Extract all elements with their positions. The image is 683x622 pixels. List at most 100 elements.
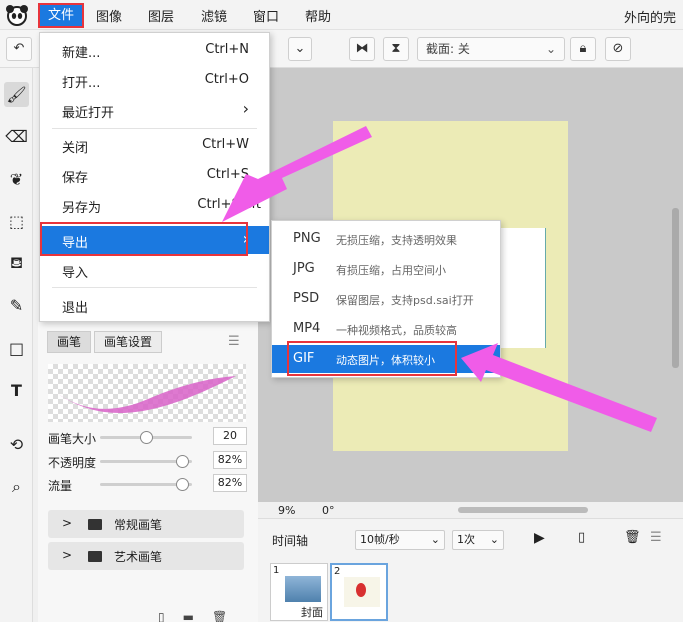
slider-track[interactable] [100, 431, 192, 444]
slider-knob[interactable] [176, 455, 190, 468]
tab-brush-settings[interactable]: 画笔设置 [94, 331, 162, 353]
menu-separator [52, 287, 257, 288]
loop-select[interactable]: 1次 ⌄ [452, 530, 504, 550]
export-description: 有损压缩，占用空间小 [336, 264, 446, 277]
export-description: 无损压缩，支持透明效果 [336, 234, 457, 247]
slider-value-input[interactable]: 82% [213, 451, 247, 469]
menu-item-recent[interactable]: 最近打开 › [40, 96, 269, 124]
tab-brush[interactable]: 画笔 [47, 331, 91, 353]
menu-item-label: 关闭 [62, 141, 89, 156]
brush-group-label: 艺术画笔 [114, 550, 163, 564]
export-mp4[interactable]: MP4 一种视频格式，品质较高 [272, 315, 500, 343]
chevron-down-icon: ⌄ [430, 533, 440, 546]
select-icon: ⬚ [8, 212, 25, 231]
new-frame-icon[interactable]: ▯ [578, 530, 585, 545]
slider-value-input[interactable]: 20 [213, 427, 247, 445]
chevron-right-icon: > [62, 548, 73, 562]
slider-knob[interactable] [139, 431, 153, 444]
fill-tool[interactable]: ⛾ [4, 251, 29, 276]
slider-knob[interactable] [176, 478, 190, 491]
rectangle-tool[interactable]: □ [4, 336, 29, 361]
slider-label: 流量 [48, 479, 73, 493]
chevron-down-icon: ⌄ [545, 42, 556, 56]
flip-horizontal-button[interactable]: ⧓ [349, 37, 375, 61]
menu-item-label: 最近打开 [62, 106, 115, 121]
vertical-scrollbar[interactable] [672, 208, 679, 368]
file-menu: 新建... Ctrl+N 打开... Ctrl+O 最近打开 › 关闭 Ctrl… [39, 32, 270, 322]
fps-select[interactable]: 10帧/秒 ⌄ [355, 530, 445, 550]
folder-icon [88, 551, 102, 562]
zoom-tool[interactable]: ⌕ [4, 474, 29, 499]
slider-track[interactable] [100, 455, 192, 468]
delete-frame-icon[interactable]: 🗑︎ [624, 530, 641, 545]
menu-help[interactable]: 帮助 [305, 6, 331, 25]
select-tool[interactable]: ⬚ [4, 209, 29, 234]
app-logo-icon [6, 5, 28, 26]
export-description: 一种视频格式，品质较高 [336, 324, 457, 337]
timeline-menu-icon[interactable]: ☰ [650, 530, 662, 545]
timeline-frame[interactable]: 2 [330, 563, 388, 621]
menu-layer[interactable]: 图层 [148, 6, 174, 25]
text-icon: T [11, 381, 22, 400]
frame-thumbnail [285, 576, 321, 602]
export-format: PNG [293, 231, 321, 246]
menu-item-label: 打开... [62, 76, 101, 91]
menu-image[interactable]: 图像 [96, 6, 122, 25]
frame-thumbnail [344, 577, 380, 607]
eraser-tool[interactable]: ⌫ [4, 124, 29, 149]
menu-item-label: 另存为 [62, 201, 102, 216]
timeline-panel: 时间轴 10帧/秒 ⌄ 1次 ⌄ ▶ ▯ 🗑︎ ☰ 1 封面 2 [258, 518, 683, 622]
brush-group-art[interactable]: > 艺术画笔 [48, 542, 244, 570]
lock-button[interactable]: 🔒︎ [570, 37, 596, 61]
menu-item-save-as[interactable]: 另存为 Ctrl+Shift [40, 191, 269, 219]
timeline-label: 时间轴 [272, 534, 309, 548]
play-icon[interactable]: ▶ [534, 530, 545, 546]
eyedropper-tool[interactable]: ✎ [4, 293, 29, 318]
export-psd[interactable]: PSD 保留图层，支持psd.sai打开 [272, 285, 500, 313]
brush-group-regular[interactable]: > 常规画笔 [48, 510, 244, 538]
slider-value-input[interactable]: 82% [213, 474, 247, 492]
slider-track[interactable] [100, 478, 192, 491]
canvas-image-object [496, 228, 546, 348]
toolbar-dropdown-button[interactable]: ⌄ [288, 37, 312, 61]
smudge-tool[interactable]: ❦ [4, 167, 29, 192]
brush-icon: 🖌︎ [6, 85, 27, 104]
rotation-level: 0° [322, 504, 335, 517]
text-tool[interactable]: T [4, 378, 29, 403]
export-description: 保留图层，支持psd.sai打开 [336, 294, 474, 307]
menu-item-exit[interactable]: 退出 [40, 291, 269, 319]
timeline-frame[interactable]: 1 封面 [270, 563, 328, 621]
flip-vertical-button[interactable]: ⧗ [383, 37, 409, 61]
crop-select[interactable]: 截面: 关 ⌄ [417, 37, 565, 61]
menu-item-shortcut: Ctrl+Shift [197, 197, 261, 212]
menu-item-new[interactable]: 新建... Ctrl+N [40, 36, 269, 64]
zoom-icon: ⌕ [12, 476, 21, 496]
loop-value: 1次 [457, 533, 475, 546]
horizontal-scrollbar[interactable] [458, 507, 588, 513]
menu-file[interactable]: 文件 [38, 3, 84, 28]
zoom-level: 9% [278, 504, 296, 517]
brush-tool[interactable]: 🖌︎ [4, 82, 29, 107]
menu-item-close[interactable]: 关闭 Ctrl+W [40, 131, 269, 159]
menu-item-label: 退出 [62, 301, 89, 316]
eraser-icon: ⌫ [5, 127, 28, 146]
eyedropper-icon: ✎ [9, 296, 24, 315]
menu-item-import[interactable]: 导入 [40, 256, 269, 284]
lock-icon: 🔒︎ [579, 41, 587, 56]
panel-footer-icons[interactable]: ▯▬🗑︎ [158, 610, 245, 622]
slider-label: 画笔大小 [48, 432, 97, 446]
flow-slider: 流量 82% [48, 474, 252, 494]
menu-window[interactable]: 窗口 [253, 6, 279, 25]
undo-arrow-icon: ↶ [13, 41, 25, 56]
menu-item-save[interactable]: 保存 Ctrl+S [40, 161, 269, 189]
menu-filter[interactable]: 滤镜 [201, 6, 227, 25]
menu-item-open[interactable]: 打开... Ctrl+O [40, 66, 269, 94]
rotate-tool[interactable]: ⟲ [4, 432, 29, 457]
panel-menu-icon[interactable]: ☰ [228, 334, 240, 349]
undo-button[interactable]: ↶ [6, 37, 32, 61]
clear-button[interactable]: ⊘ [605, 37, 631, 61]
export-png[interactable]: PNG 无损压缩，支持透明效果 [272, 225, 500, 253]
chevron-down-icon: ⌄ [489, 533, 499, 546]
export-jpg[interactable]: JPG 有损压缩，占用空间小 [272, 255, 500, 283]
smudge-icon: ❦ [9, 170, 24, 189]
